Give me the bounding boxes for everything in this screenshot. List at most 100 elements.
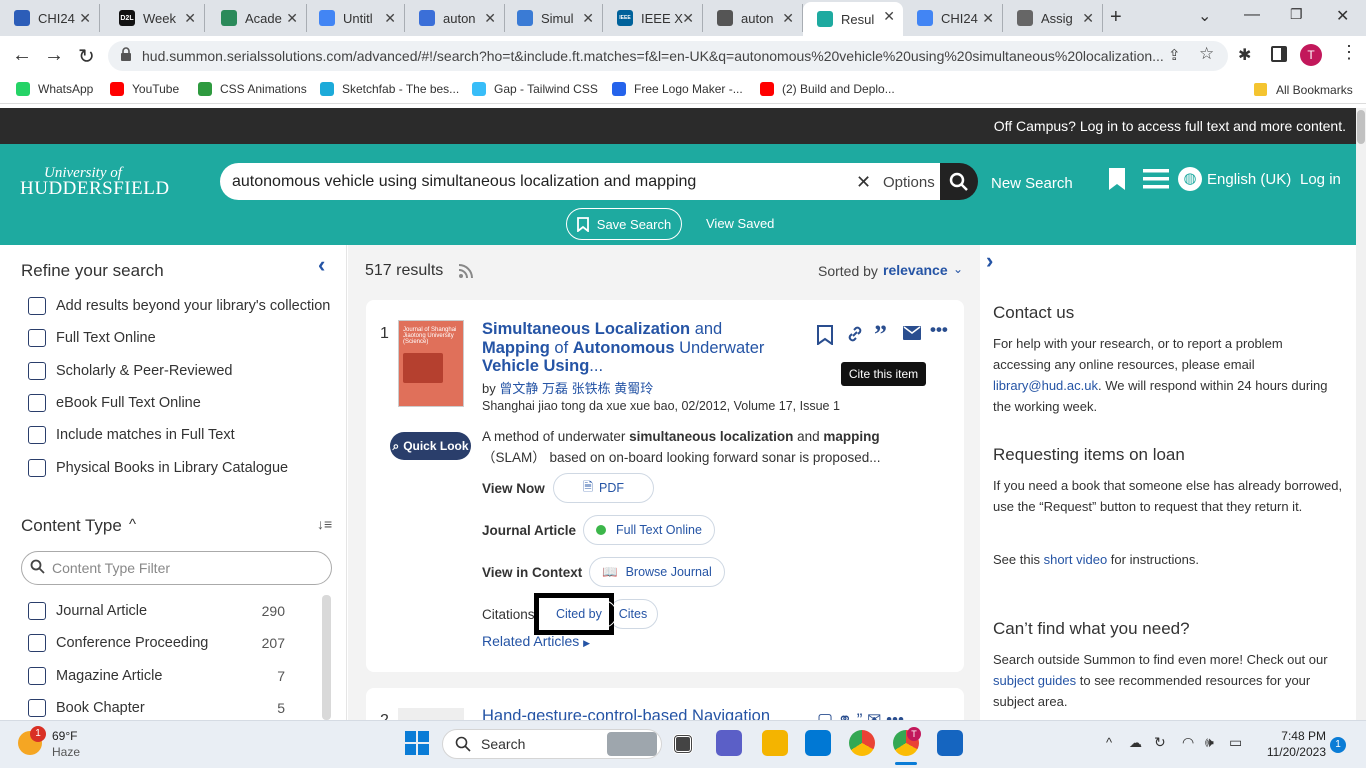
globe-icon[interactable]: ◍ xyxy=(1178,167,1202,191)
lock-icon[interactable] xyxy=(120,47,132,64)
notification-badge[interactable]: 1 xyxy=(1330,737,1346,753)
tab-close-icon[interactable]: ✕ xyxy=(682,10,694,27)
tab-close-icon[interactable]: ✕ xyxy=(883,8,895,25)
clock-time[interactable]: 7:48 PM xyxy=(1260,729,1326,743)
logo-huddersfield[interactable]: HUDDERSFIELD xyxy=(20,178,170,200)
maximize-button[interactable]: ❐ xyxy=(1290,6,1303,23)
forward-icon[interactable]: → xyxy=(44,44,64,67)
collapse-left-chevron-icon[interactable]: ‹ xyxy=(318,252,325,278)
content-type-label[interactable]: Journal Article xyxy=(56,603,147,619)
content-type-label[interactable]: Conference Proceeding xyxy=(56,635,208,651)
tab[interactable]: auton ✕ xyxy=(703,4,803,32)
link-icon[interactable] xyxy=(846,325,864,348)
tab-close-icon[interactable]: ✕ xyxy=(1082,10,1094,27)
sort-dropdown[interactable]: relevance xyxy=(883,262,948,278)
journal-cover-image[interactable]: Journal of Shanghai Jiaotong University … xyxy=(398,320,464,407)
battery-icon[interactable]: ▭ xyxy=(1229,734,1242,751)
content-type-filter-input[interactable]: Content Type Filter xyxy=(21,551,332,585)
related-articles-link[interactable]: Related Articles ▶ xyxy=(482,633,590,649)
minimize-button[interactable]: — xyxy=(1244,6,1260,24)
weather-desc[interactable]: Haze xyxy=(52,745,80,759)
refine-checkbox[interactable] xyxy=(28,297,46,315)
tab[interactable]: Simul ✕ xyxy=(503,4,603,32)
extensions-icon[interactable]: ✱ xyxy=(1238,45,1251,65)
bookmark-item[interactable]: Free Logo Maker -... xyxy=(612,82,743,96)
bookmark-item[interactable]: Sketchfab - The bes... xyxy=(320,82,459,96)
tab[interactable]: Untitl ✕ xyxy=(305,4,405,32)
refine-checkbox[interactable] xyxy=(28,426,46,445)
short-video-link[interactable]: short video xyxy=(1044,552,1108,567)
content-type-title[interactable]: Content Type xyxy=(21,516,122,536)
tab-search-chevron-icon[interactable]: ⌄ xyxy=(1198,6,1211,26)
task-view-icon[interactable] xyxy=(673,734,693,754)
menu-icon[interactable] xyxy=(1143,169,1169,194)
content-type-label[interactable]: Magazine Article xyxy=(56,668,162,684)
login-link[interactable]: Log in xyxy=(1300,171,1341,188)
refine-option-label[interactable]: Include matches in Full Text xyxy=(56,427,235,443)
tab[interactable]: CHI24 ✕ xyxy=(0,4,100,32)
weather-temp[interactable]: 69°F xyxy=(52,729,77,743)
tab-close-icon[interactable]: ✕ xyxy=(782,10,794,27)
pdf-button[interactable]: 🗎 PDF xyxy=(553,473,654,503)
quick-look-button[interactable]: ⌕ Quick Look xyxy=(390,432,471,460)
authors-link[interactable]: 曾文静 万磊 张铁栋 黄蜀玲 xyxy=(499,381,653,396)
volume-icon[interactable]: 🕪 xyxy=(1205,734,1214,751)
tab-close-icon[interactable]: ✕ xyxy=(79,10,91,27)
share-icon[interactable]: ⇪ xyxy=(1168,46,1181,64)
bookmark-item[interactable]: WhatsApp xyxy=(16,82,93,96)
refine-option-label[interactable]: Scholarly & Peer-Reviewed xyxy=(56,363,233,379)
contact-email-link[interactable]: library@hud.ac.uk xyxy=(993,378,1098,393)
close-window-button[interactable]: ✕ xyxy=(1336,6,1349,26)
back-icon[interactable]: ← xyxy=(12,44,32,67)
language-selector[interactable]: English (UK) xyxy=(1207,171,1291,188)
journal-cover-image[interactable] xyxy=(398,708,464,720)
more-options-icon[interactable]: ••• xyxy=(930,320,948,340)
result-title-link[interactable]: Simultaneous Localization and Mapping of… xyxy=(482,320,802,376)
content-type-checkbox[interactable] xyxy=(28,666,46,685)
collapse-right-chevron-icon[interactable]: › xyxy=(986,248,993,274)
address-bar[interactable]: hud.summon.serialssolutions.com/advanced… xyxy=(108,41,1228,71)
tab-close-icon[interactable]: ✕ xyxy=(484,10,496,27)
wifi-icon[interactable]: ◠ xyxy=(1182,734,1194,751)
email-icon[interactable] xyxy=(903,325,921,345)
save-search-button[interactable]: Save Search xyxy=(566,208,682,240)
content-type-label[interactable]: Book Chapter xyxy=(56,700,145,716)
tab-close-icon[interactable]: ✕ xyxy=(982,10,994,27)
search-options-button[interactable]: Options xyxy=(883,174,935,191)
rss-icon[interactable] xyxy=(458,263,474,283)
tab[interactable]: auton ✕ xyxy=(405,4,505,32)
view-saved-link[interactable]: View Saved xyxy=(706,216,774,231)
tab[interactable]: CHI24 ✕ xyxy=(903,4,1003,32)
taskbar-search[interactable]: Search xyxy=(442,729,662,759)
content-type-checkbox[interactable] xyxy=(28,698,46,717)
content-type-checkbox[interactable] xyxy=(28,602,46,620)
sync-icon[interactable]: ↻ xyxy=(1154,734,1166,751)
content-type-scrollbar[interactable] xyxy=(322,595,331,720)
bookmark-item[interactable]: (2) Build and Deplo... xyxy=(760,82,895,96)
refine-option-label[interactable]: Physical Books in Library Catalogue xyxy=(56,460,288,476)
tab[interactable]: Resul ✕ xyxy=(803,2,903,36)
bookmark-item[interactable]: YouTube xyxy=(110,82,179,96)
clear-search-icon[interactable]: ✕ xyxy=(856,172,871,193)
saved-items-bookmark-icon[interactable] xyxy=(1108,168,1126,195)
bookmark-item[interactable]: CSS Animations xyxy=(198,82,307,96)
content-type-checkbox[interactable] xyxy=(28,634,46,653)
full-text-online-button[interactable]: Full Text Online xyxy=(583,515,715,545)
sort-list-icon[interactable]: ↓≡ xyxy=(317,516,332,532)
refine-checkbox[interactable] xyxy=(28,361,46,380)
refine-checkbox[interactable] xyxy=(28,458,46,477)
onedrive-icon[interactable]: ☁ xyxy=(1129,735,1142,751)
refine-checkbox[interactable] xyxy=(28,393,46,412)
all-bookmarks[interactable]: All Bookmarks xyxy=(1276,83,1353,97)
bookmark-item[interactable]: Gap - Tailwind CSS xyxy=(472,82,598,96)
save-bookmark-icon[interactable] xyxy=(817,325,833,350)
cite-quote-icon[interactable]: ” xyxy=(874,320,887,350)
tab-close-icon[interactable]: ✕ xyxy=(384,10,396,27)
bookmark-star-icon[interactable]: ☆ xyxy=(1199,44,1214,64)
browse-journal-button[interactable]: 📖 Browse Journal xyxy=(589,557,725,587)
show-hidden-icons-chevron[interactable]: ^ xyxy=(1106,735,1112,750)
chevron-up-icon[interactable]: ^ xyxy=(129,516,136,533)
tab-close-icon[interactable]: ✕ xyxy=(184,10,196,27)
browser-menu-icon[interactable]: ⋮ xyxy=(1340,42,1358,63)
search-button[interactable] xyxy=(940,163,978,200)
